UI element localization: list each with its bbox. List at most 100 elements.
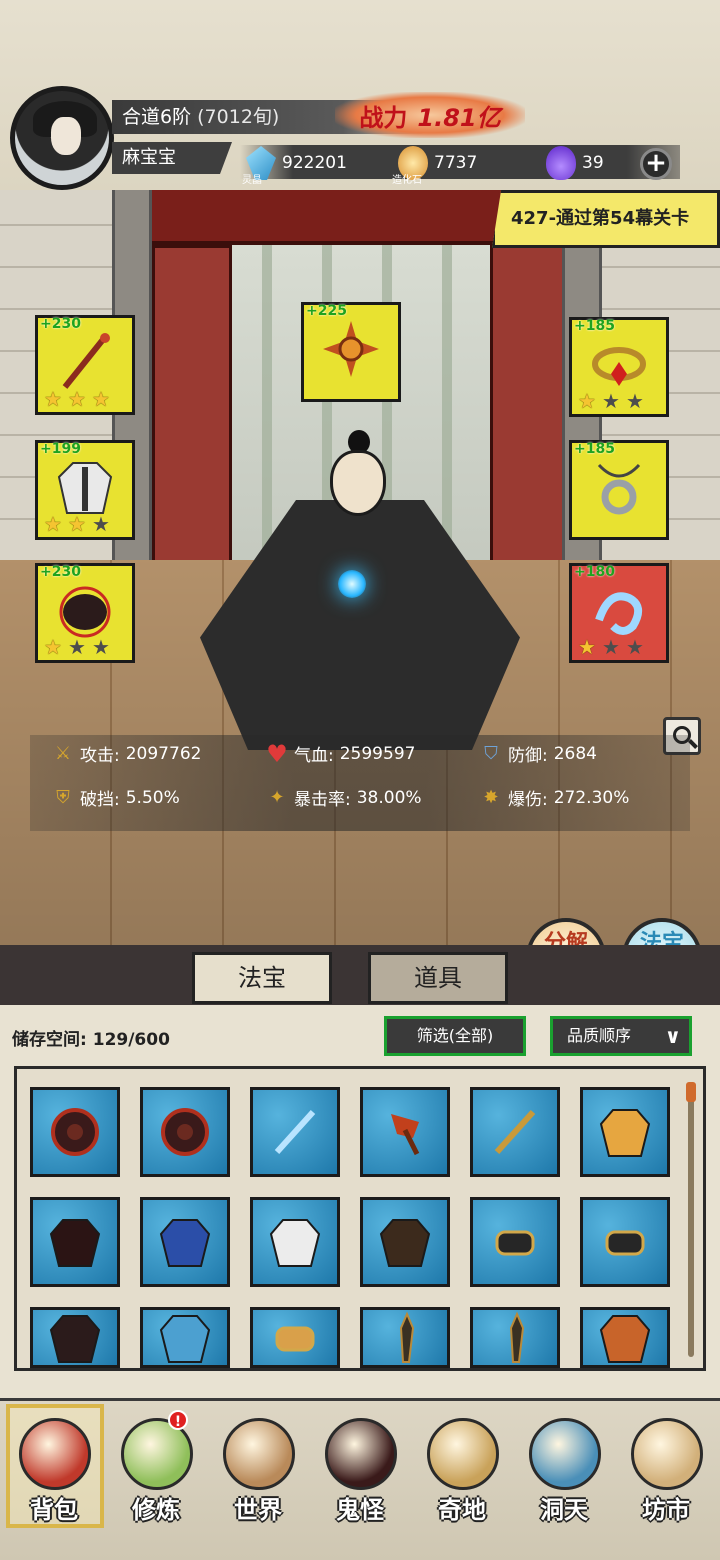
stat-defense: ⛉ 防御: 2684 (480, 741, 597, 767)
staff-icon (62, 333, 110, 389)
equip-slot-weapon[interactable]: +230 ★ ★ ★ (35, 315, 135, 415)
inventory-item[interactable] (580, 1087, 670, 1177)
stat-label: 攻击: (80, 746, 120, 766)
inventory-item[interactable] (250, 1197, 340, 1287)
equip-slot-emblem[interactable]: +225 (301, 302, 401, 402)
golden-armor-icon (599, 1109, 651, 1157)
stat-label: 爆伤: (508, 790, 548, 810)
inventory-item[interactable] (580, 1197, 670, 1287)
stat-label: 气血: (294, 746, 334, 766)
star-icon: ★ (68, 512, 86, 536)
storage-info: 储存空间: 129/600 (12, 1025, 170, 1050)
inventory-item[interactable] (360, 1087, 450, 1177)
power-label: 战力 (359, 103, 408, 132)
add-currency-button[interactable]: + (640, 148, 672, 180)
nav-demon-egg[interactable]: 鬼怪 (310, 1404, 410, 1534)
inventory-item[interactable] (250, 1307, 340, 1368)
star-icon: ★ (626, 389, 644, 413)
player-avatar[interactable] (10, 86, 114, 190)
stat-value: 5.50% (125, 787, 180, 808)
purple-flame-icon (546, 146, 576, 180)
notification-badge: ! (168, 1410, 188, 1430)
currency-purple-flame[interactable]: 39 (546, 146, 604, 180)
nav-lotus[interactable]: 修炼! (106, 1404, 206, 1534)
white-robe-icon (269, 1219, 321, 1267)
inventory-item[interactable] (470, 1197, 560, 1287)
star-icon: ★ (44, 512, 62, 536)
hero-character (160, 430, 560, 750)
stat-crit-rate: ✦ 暴击率: 38.00% (266, 785, 421, 811)
tabs-strip (0, 945, 720, 1005)
currency-spirit-crystal[interactable]: 灵晶 922201 (242, 146, 347, 186)
star-icon: ★ (92, 512, 110, 536)
inventory-item[interactable] (140, 1197, 230, 1287)
equip-slot-necklace[interactable]: +185 (569, 440, 669, 540)
realm-turns: (7012旬) (197, 106, 280, 128)
realm-label: 合道6阶 (122, 106, 192, 128)
lion-mask-icon (599, 1314, 651, 1363)
equip-slot-talisman[interactable]: +180 ★ ★ ★ (569, 563, 669, 663)
inventory-scrollbar[interactable] (688, 1082, 694, 1357)
nav-mystic-land[interactable]: 奇地 (412, 1404, 512, 1534)
sort-dropdown[interactable]: 品质顺序 ∨ (550, 1016, 692, 1056)
dagger-icon (399, 1310, 415, 1363)
black-bracer-icon (605, 1230, 645, 1256)
star-icon: ★ (44, 635, 62, 659)
tab-treasure[interactable]: 法宝 (192, 952, 332, 1004)
nav-label: 修炼 (132, 1496, 180, 1524)
star-rating: ★ ★ ★ (576, 390, 646, 412)
power-value: 1.81亿 (417, 103, 501, 132)
sword-icon: ⚔ (54, 742, 72, 764)
bracelet-icon (592, 347, 646, 386)
stage-progress-tag[interactable]: 427-通过第54幕关卡 (492, 190, 720, 248)
inventory-item[interactable] (470, 1307, 560, 1368)
nav-scroll[interactable]: 世界 (208, 1404, 308, 1534)
nav-backpack[interactable]: 背包 (4, 1404, 104, 1534)
stat-break: ⛨ 破挡: 5.50% (52, 785, 180, 811)
stat-label: 暴击率: (294, 790, 351, 810)
inventory-item[interactable] (470, 1087, 560, 1177)
inventory-item[interactable] (250, 1087, 340, 1177)
backpack-icon (19, 1418, 91, 1490)
stat-label: 防御: (508, 746, 548, 766)
nav-label: 鬼怪 (336, 1496, 384, 1524)
mystic-land-icon (427, 1418, 499, 1490)
star-icon: ★ (578, 389, 596, 413)
inventory-item[interactable] (30, 1197, 120, 1287)
inventory-item[interactable] (140, 1087, 230, 1177)
crit-icon: ✦ (269, 786, 285, 808)
break-icon: ⛨ (56, 786, 70, 808)
black-bracer-icon (495, 1230, 535, 1256)
star-rating: ★ ★ ★ (42, 513, 112, 535)
star-icon: ★ (602, 389, 620, 413)
stat-value: 2097762 (125, 743, 202, 764)
inventory-item[interactable] (580, 1307, 670, 1368)
storage-value: 129/600 (92, 1030, 170, 1050)
nav-label: 背包 (30, 1496, 78, 1524)
equip-slot-bracelet[interactable]: +185 ★ ★ ★ (569, 317, 669, 417)
equip-slot-armor[interactable]: +199 ★ ★ ★ (35, 440, 135, 540)
inventory-item[interactable] (30, 1087, 120, 1177)
star-rating: ★ ★ ★ (42, 388, 112, 410)
flame-axe-icon (391, 1114, 420, 1156)
stat-value: 272.30% (553, 787, 630, 808)
inventory-item[interactable] (30, 1307, 120, 1368)
equip-slot-gauntlet[interactable]: +230 ★ ★ ★ (35, 563, 135, 663)
inventory-item[interactable] (360, 1197, 450, 1287)
spirit-orb (338, 570, 366, 598)
star-icon: ★ (68, 387, 86, 411)
star-rating: ★ ★ ★ (576, 636, 646, 658)
stat-label: 破挡: (80, 790, 120, 810)
nav-market[interactable]: 坊市 (616, 1404, 716, 1534)
dark-wheel-icon (51, 1108, 99, 1156)
stats-panel: ⚔ 攻击: 2097762 ♥ 气血: 2599597 ⛉ 防御: 2684 ⛨… (30, 735, 690, 831)
tab-items[interactable]: 道具 (368, 952, 508, 1004)
inventory-item[interactable] (360, 1307, 450, 1368)
currency-creation-stone[interactable]: 造化石 7737 (392, 146, 478, 186)
filter-button[interactable]: 筛选(全部) (384, 1016, 526, 1056)
currency-value: 7737 (434, 153, 478, 173)
nav-cave-heaven[interactable]: 洞天 (514, 1404, 614, 1534)
inventory-item[interactable] (140, 1307, 230, 1368)
character-scene: 427-通过第54幕关卡 +230 ★ ★ ★ +225 +185 ★ ★ ★ +199… (0, 190, 720, 945)
scrollbar-thumb[interactable] (686, 1082, 696, 1102)
